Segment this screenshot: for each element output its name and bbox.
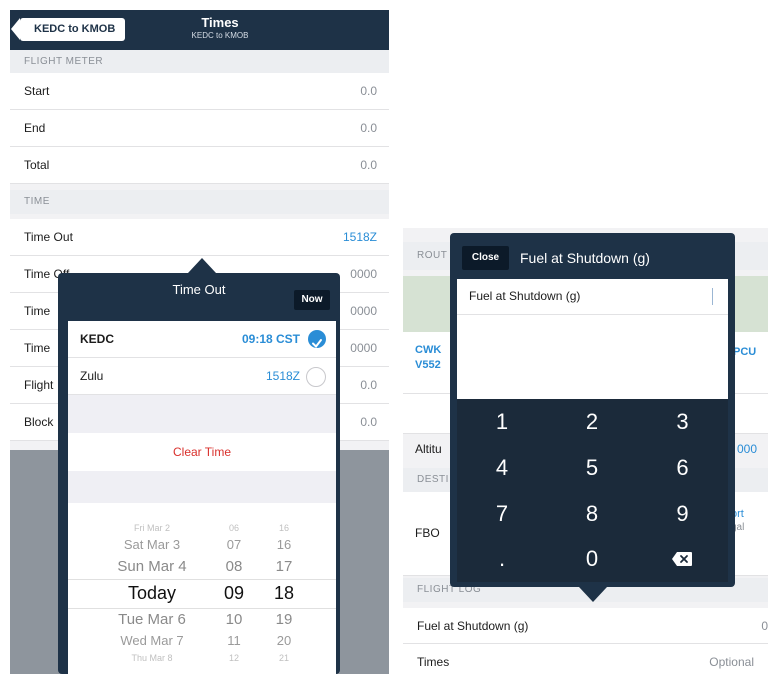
option-value: 09:18 CST (241, 332, 300, 346)
picker-minute-item: 16 (276, 537, 292, 552)
row-value: 0.0 (360, 378, 377, 392)
picker-hour-item: 10 (225, 611, 243, 628)
row-fuel-at-shutdown[interactable]: Fuel at Shutdown (g) 0 (403, 608, 768, 644)
row-label: Start (24, 84, 50, 98)
picker-minute-item: 20 (276, 633, 292, 648)
row-label: Time (24, 341, 51, 355)
nav-bar: KEDC to KMOB Times KEDC to KMOB (10, 10, 389, 50)
key-5[interactable]: 5 (547, 445, 637, 491)
row-end[interactable]: End 0.0 (10, 110, 389, 147)
fuel-input[interactable]: Fuel at Shutdown (g) (457, 279, 728, 315)
route-waypoint: CWK (415, 344, 442, 356)
picker-hour-item: 08 (225, 558, 243, 575)
option-label: KEDC (80, 332, 115, 346)
row-value: 0 (761, 619, 768, 633)
route-airway: V552 (415, 359, 441, 371)
row-label: End (24, 121, 46, 135)
row-label: Total (24, 158, 50, 172)
row-value: 1518Z (342, 230, 377, 244)
times-screen: KEDC to KMOB Times KEDC to KMOB FLIGHT M… (10, 10, 389, 674)
close-button[interactable]: Close (462, 246, 509, 270)
section-header-flight-meter: FLIGHT METER (10, 50, 389, 73)
numeric-keypad: 1 2 3 4 5 6 7 8 9 . 0 (457, 399, 728, 582)
row-label: Time (24, 304, 51, 318)
picker-minute-item-selected: 18 (273, 583, 295, 603)
picker-hour-item: 12 (228, 653, 239, 663)
page-subtitle: KEDC to KMOB (191, 31, 249, 40)
key-1[interactable]: 1 (457, 399, 547, 445)
picker-day-item: Thu Mar 8 (131, 653, 173, 663)
row-time-out[interactable]: Time Out 1518Z (10, 219, 389, 256)
key-6[interactable]: 6 (637, 445, 728, 491)
row-value: 0000 (350, 267, 377, 281)
row-label: Flight (24, 378, 54, 392)
picker-day-item: Fri Mar 2 (134, 523, 170, 533)
picker-minute-item: 21 (278, 653, 289, 663)
row-value: 0.0 (360, 415, 377, 429)
picker-minute-item: 16 (278, 523, 289, 533)
row-label: Time Out (24, 230, 73, 244)
row-start[interactable]: Start 0.0 (10, 73, 389, 110)
picker-hour-item-selected: 09 (223, 583, 245, 603)
key-3[interactable]: 3 (637, 399, 728, 445)
unchecked-circle-icon (306, 367, 326, 387)
page-title: Times (201, 15, 239, 30)
row-value: 0000 (350, 341, 377, 355)
option-label: Zulu (80, 369, 104, 383)
picker-day-item: Sun Mar 4 (117, 558, 187, 575)
picker-day-item: Wed Mar 7 (120, 633, 184, 648)
altitude-value: 000 (737, 442, 758, 456)
backspace-icon (672, 552, 692, 566)
key-decimal[interactable]: . (457, 536, 547, 582)
checkmark-icon (308, 330, 326, 349)
now-button[interactable]: Now (294, 290, 330, 310)
picker-hour-item: 11 (227, 633, 241, 648)
fbo-label: FBO (415, 526, 440, 540)
backspace-key[interactable] (637, 536, 728, 582)
picker-day-item-selected: Today (127, 583, 177, 603)
altitude-label: Altitu (415, 442, 442, 456)
picker-minute-item: 19 (275, 611, 293, 628)
back-button[interactable]: KEDC to KMOB (10, 18, 126, 41)
row-label: Block (24, 415, 54, 429)
key-9[interactable]: 9 (637, 491, 728, 536)
date-time-picker[interactable]: Fri Mar 2 Sat Mar 3 Sun Mar 4 Today Tue … (68, 503, 336, 674)
picker-day-item: Sat Mar 3 (123, 537, 181, 552)
key-0[interactable]: 0 (547, 536, 637, 582)
picker-day-item: Tue Mar 6 (118, 611, 186, 628)
key-8[interactable]: 8 (547, 491, 637, 536)
row-value: Optional (709, 655, 754, 669)
route-waypoint-end: PCU (733, 346, 757, 358)
key-2[interactable]: 2 (547, 399, 637, 445)
option-value: 1518Z (265, 369, 300, 383)
section-header-time: TIME (10, 190, 389, 214)
popover-arrow (579, 587, 607, 602)
option-zulu[interactable]: Zulu 1518Z (68, 358, 336, 395)
row-value: 0.0 (360, 84, 377, 98)
fuel-input-label: Fuel at Shutdown (g) (469, 289, 581, 303)
popover-arrow (188, 258, 216, 273)
key-7[interactable]: 7 (457, 491, 547, 536)
picker-hour-item: 06 (228, 523, 239, 533)
text-cursor (712, 288, 713, 305)
row-label: Times (417, 655, 450, 669)
clear-time-button[interactable]: Clear Time (68, 433, 336, 471)
option-kedc[interactable]: KEDC 09:18 CST (68, 321, 336, 358)
row-label: Fuel at Shutdown (g) (417, 619, 529, 633)
row-value: 0000 (350, 304, 377, 318)
row-total[interactable]: Total 0.0 (10, 147, 389, 184)
row-times[interactable]: Times Optional (403, 644, 768, 674)
picker-hour-item: 07 (226, 537, 242, 552)
key-4[interactable]: 4 (457, 445, 547, 491)
row-value: 0.0 (360, 158, 377, 172)
fuel-form: Fuel at Shutdown (g) (457, 279, 728, 399)
row-value: 0.0 (360, 121, 377, 135)
picker-minute-item: 17 (275, 558, 293, 575)
popover-body: KEDC 09:18 CST Zulu 1518Z Clear Time Fri… (68, 321, 336, 674)
popover-title: Fuel at Shutdown (g) (520, 250, 650, 266)
